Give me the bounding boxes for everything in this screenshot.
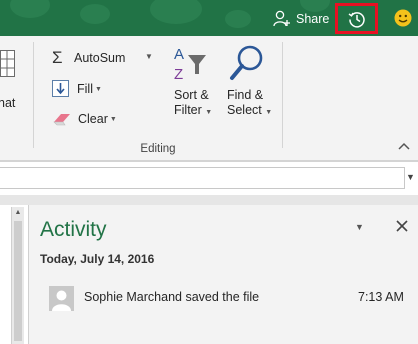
sort-filter-label-2: Filter ▼ [174, 103, 212, 117]
activity-date-heading: Today, July 14, 2016 [40, 252, 155, 266]
clear-button[interactable]: Clear ▼ [52, 112, 117, 126]
sort-filter-dropdown-arrow: ▼ [205, 109, 213, 116]
sort-filter-label-1: Sort & [174, 88, 209, 102]
find-select-label-2: Select ▼ [227, 103, 272, 117]
add-person-icon [272, 10, 292, 28]
find-select-label-1: Find & [227, 88, 264, 102]
clear-dropdown-arrow: ▼ [109, 115, 117, 123]
clear-label: Clear [78, 112, 108, 126]
vertical-scrollbar[interactable]: ▲ [11, 207, 24, 344]
share-label: Share [296, 12, 330, 26]
avatar-icon [49, 286, 74, 311]
formula-bar-expand-button[interactable]: ▼ [406, 172, 415, 182]
sort-filter-label-2-text: Filter [174, 103, 202, 117]
scroll-up-arrow[interactable]: ▲ [12, 207, 24, 219]
autosum-button[interactable]: Σ AutoSum [52, 48, 125, 68]
scrollbar-thumb[interactable] [14, 221, 22, 341]
find-select-label-2-text: Select [227, 103, 262, 117]
magnifier-icon [228, 44, 266, 89]
background-pattern [10, 0, 50, 18]
background-pattern [150, 0, 202, 24]
title-bar: Share [0, 0, 418, 36]
sort-filter-button[interactable]: A Z Sort & Filter ▼ [168, 44, 216, 122]
pane-options-button[interactable]: ▼ [355, 222, 364, 232]
fill-button[interactable]: Fill ▼ [52, 80, 102, 98]
sigma-icon: Σ [52, 48, 63, 67]
activity-pane-title: Activity [40, 218, 107, 241]
activity-history-button[interactable] [335, 3, 378, 34]
worksheet-area[interactable]: ▲ [0, 205, 29, 344]
format-label: nat [0, 96, 16, 110]
group-separator [282, 42, 283, 148]
chevron-down-icon: ▼ [406, 172, 415, 182]
format-button[interactable]: nat [0, 46, 18, 110]
activity-entry-text: Sophie Marchand saved the file [84, 290, 260, 304]
group-separator [33, 42, 34, 148]
fill-label: Fill [77, 82, 93, 96]
svg-text:Z: Z [174, 66, 183, 83]
fill-down-icon [52, 80, 70, 98]
chevron-up-icon [398, 142, 410, 150]
find-select-dropdown-arrow: ▼ [265, 109, 273, 116]
editing-group-label: Editing [140, 143, 176, 155]
ribbon: nat Σ AutoSum ▼ Fill ▼ Clear ▼ A Z Sort … [0, 36, 418, 161]
share-button[interactable]: Share [272, 8, 329, 30]
background-pattern [225, 10, 251, 28]
sort-filter-icon: A Z [172, 45, 212, 88]
autosum-label: AutoSum [74, 51, 126, 65]
table-grid-icon [0, 50, 16, 83]
svg-text:A: A [174, 46, 184, 63]
history-icon [347, 9, 367, 29]
fill-dropdown-arrow: ▼ [94, 85, 102, 93]
autosum-dropdown-arrow[interactable]: ▼ [145, 52, 153, 61]
collapse-ribbon-button[interactable] [396, 140, 412, 154]
background-pattern [80, 4, 110, 24]
chevron-down-icon: ▼ [355, 222, 364, 232]
eraser-icon [52, 112, 72, 126]
close-pane-button[interactable] [394, 218, 410, 234]
feedback-smiley-icon[interactable] [394, 9, 412, 27]
activity-entry-time: 7:13 AM [358, 290, 404, 304]
find-select-button[interactable]: Find & Select ▼ [224, 44, 272, 122]
close-icon [396, 220, 408, 232]
formula-bar[interactable] [0, 167, 405, 189]
